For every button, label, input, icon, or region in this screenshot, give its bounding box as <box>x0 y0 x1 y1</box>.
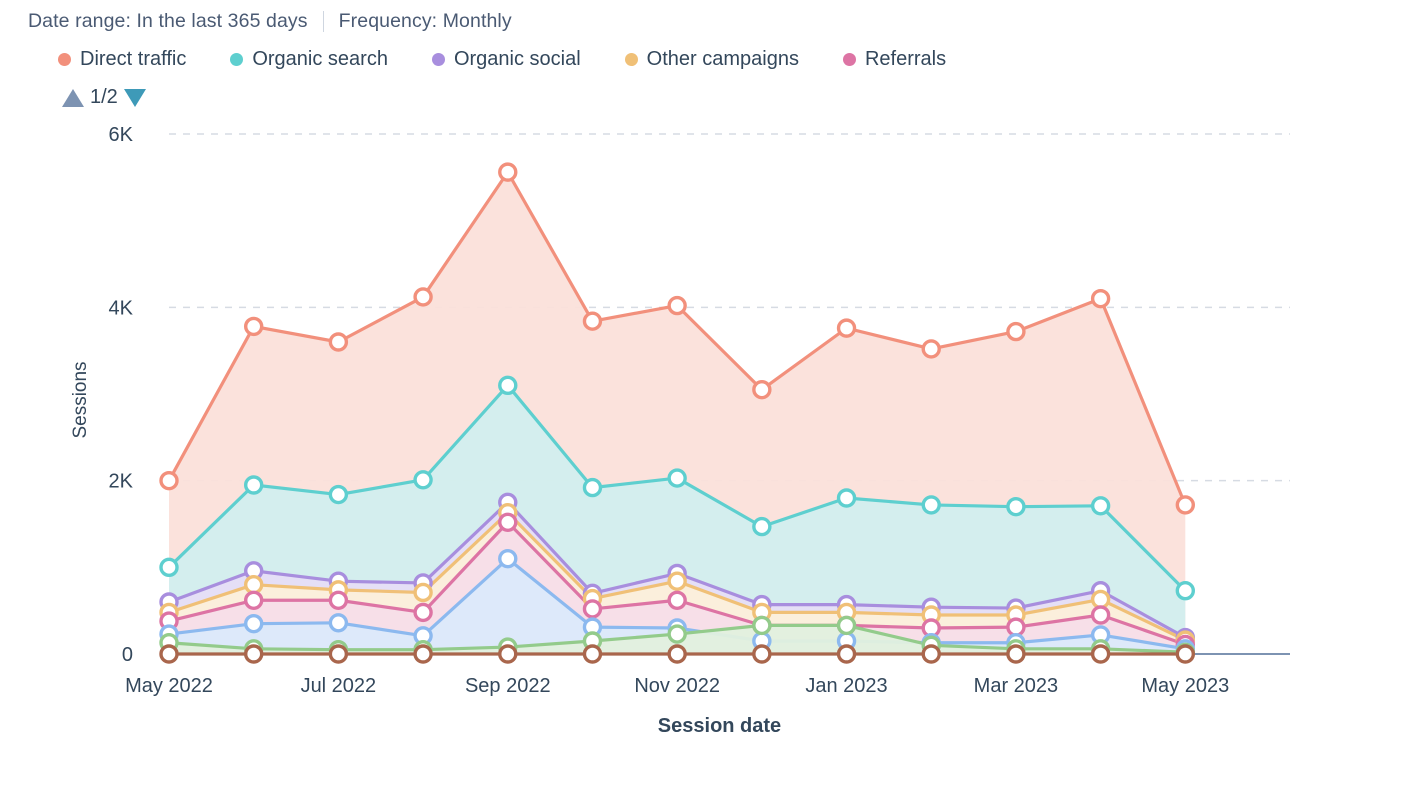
data-point[interactable] <box>159 470 179 491</box>
data-point[interactable] <box>836 488 857 508</box>
data-point[interactable] <box>328 613 349 633</box>
data-point[interactable] <box>752 516 772 537</box>
data-point[interactable] <box>1006 644 1026 664</box>
x-tick-label: May 2023 <box>1141 675 1229 697</box>
x-axis-ticks: May 2022 Jul 2022 Sep 2022 Nov 2022 Jan 2023… <box>125 675 1229 697</box>
data-point[interactable] <box>921 495 941 515</box>
data-point[interactable] <box>1006 321 1026 342</box>
data-point[interactable] <box>582 477 603 498</box>
y-tick-label: 6K <box>109 124 134 146</box>
data-point[interactable] <box>243 475 264 495</box>
y-axis-ticks: 0 2K 4K 6K <box>109 124 134 666</box>
data-point[interactable] <box>667 644 687 664</box>
y-tick-label: 2K <box>109 471 134 493</box>
data-point[interactable] <box>667 590 687 610</box>
data-point[interactable] <box>243 574 264 595</box>
stacked-area-chart: 0 2K 4K 6K Sessions May 2022 Jul 2022 Sep 2022 N… <box>0 0 1416 804</box>
data-point[interactable] <box>667 624 687 644</box>
data-point[interactable] <box>498 512 518 532</box>
data-point[interactable] <box>1090 496 1111 516</box>
x-tick-label: Sep 2022 <box>465 675 551 697</box>
x-tick-label: May 2022 <box>125 675 213 697</box>
data-point[interactable] <box>836 615 857 636</box>
data-point[interactable] <box>328 644 349 664</box>
data-point[interactable] <box>498 375 518 396</box>
y-tick-label: 4K <box>109 297 134 319</box>
data-point[interactable] <box>413 470 433 490</box>
data-point[interactable] <box>752 644 772 664</box>
data-point[interactable] <box>582 311 603 331</box>
data-point[interactable] <box>413 582 433 603</box>
data-point[interactable] <box>243 590 264 610</box>
data-point[interactable] <box>498 162 518 182</box>
chart-svg: 0 2K 4K 6K Sessions May 2022 Jul 2022 Sep 2022 N… <box>70 124 1290 737</box>
data-point[interactable] <box>328 590 349 610</box>
data-point[interactable] <box>667 468 687 488</box>
x-tick-label: Mar 2023 <box>974 675 1059 697</box>
data-point[interactable] <box>1090 589 1111 610</box>
data-point[interactable] <box>243 613 264 634</box>
x-tick-label: Jul 2022 <box>301 675 377 697</box>
y-tick-label: 0 <box>122 644 133 666</box>
data-point[interactable] <box>921 339 941 359</box>
data-point[interactable] <box>667 571 687 591</box>
data-point[interactable] <box>328 332 349 352</box>
data-point[interactable] <box>1006 496 1026 517</box>
data-point[interactable] <box>498 644 518 664</box>
data-point[interactable] <box>1175 644 1196 664</box>
data-point[interactable] <box>836 318 857 338</box>
data-point[interactable] <box>159 644 179 664</box>
data-point[interactable] <box>498 548 518 569</box>
data-point[interactable] <box>1175 495 1196 515</box>
x-tick-label: Jan 2023 <box>805 675 887 697</box>
data-point[interactable] <box>1090 605 1111 625</box>
data-point[interactable] <box>413 287 433 307</box>
data-point[interactable] <box>243 316 264 337</box>
data-point[interactable] <box>1006 617 1026 637</box>
data-point[interactable] <box>159 557 179 578</box>
data-point[interactable] <box>328 484 349 505</box>
data-point[interactable] <box>1090 644 1111 664</box>
data-point[interactable] <box>921 644 941 664</box>
data-point[interactable] <box>413 602 433 623</box>
chart-page: Date range: In the last 365 days Frequen… <box>0 0 1416 804</box>
data-point[interactable] <box>413 644 433 664</box>
x-tick-label: Nov 2022 <box>634 675 720 697</box>
data-point[interactable] <box>752 615 772 636</box>
data-point[interactable] <box>1175 581 1196 601</box>
data-point[interactable] <box>667 295 687 316</box>
data-point[interactable] <box>752 379 772 400</box>
y-axis-title: Sessions <box>70 361 91 438</box>
data-point[interactable] <box>1090 288 1111 309</box>
data-point[interactable] <box>836 644 857 664</box>
x-axis-title: Session date <box>658 715 781 737</box>
data-point[interactable] <box>582 644 603 664</box>
data-point[interactable] <box>582 599 603 619</box>
data-point[interactable] <box>243 644 264 664</box>
